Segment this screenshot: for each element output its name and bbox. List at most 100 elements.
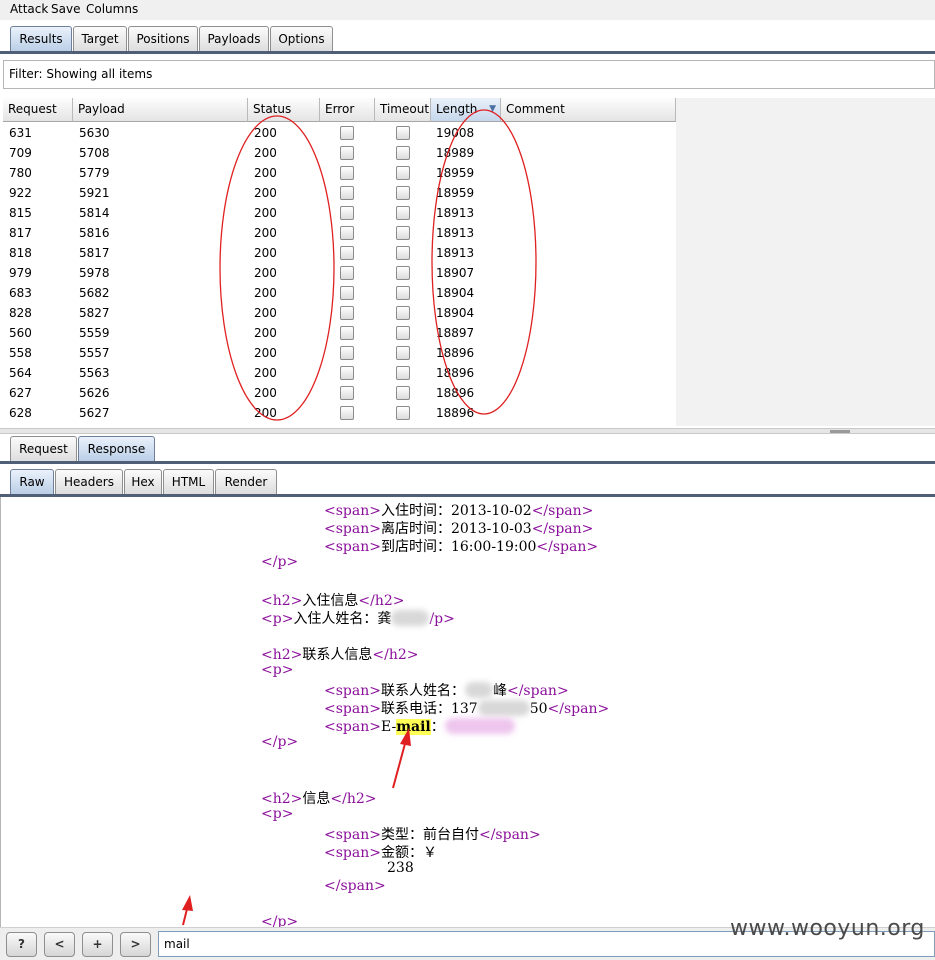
table-row[interactable]: 558 5557 200 18896 (3, 343, 676, 363)
column-header-request[interactable]: Request (3, 98, 73, 122)
menu-bar: Attack Save Columns (0, 0, 935, 20)
column-header-length[interactable]: Length ▼ (431, 98, 501, 122)
timeout-checkbox[interactable] (396, 346, 410, 360)
tab-render[interactable]: Render (215, 469, 277, 495)
tab-target[interactable]: Target (73, 26, 127, 52)
timeout-checkbox[interactable] (396, 226, 410, 240)
timeout-checkbox[interactable] (396, 186, 410, 200)
tab-positions[interactable]: Positions (128, 26, 198, 52)
cell-status: 200 (254, 306, 277, 320)
tab-request[interactable]: Request (10, 436, 77, 462)
heading-contact-info: 联系人信息 (302, 647, 373, 663)
table-row[interactable]: 683 5682 200 18904 (3, 283, 676, 303)
column-header-error[interactable]: Error (320, 98, 375, 122)
code-line: <p>入住人姓名：龚/p> (261, 610, 455, 627)
cell-request: 627 (9, 386, 32, 400)
add-button[interactable]: + (82, 932, 113, 957)
filter-bar[interactable]: Filter: Showing all items (3, 60, 935, 89)
cell-request: 560 (9, 326, 32, 340)
cell-length: 18907 (436, 266, 475, 280)
menu-columns[interactable]: Columns (86, 2, 138, 16)
error-checkbox[interactable] (340, 246, 354, 260)
table-empty-area (676, 98, 935, 426)
table-row[interactable]: 631 5630 200 19008 (3, 123, 676, 143)
error-checkbox[interactable] (340, 206, 354, 220)
table-row[interactable]: 628 5627 200 18896 (3, 403, 676, 423)
error-checkbox[interactable] (340, 266, 354, 280)
table-row[interactable]: 817 5816 200 18913 (3, 223, 676, 243)
timeout-checkbox[interactable] (396, 406, 410, 420)
timeout-checkbox[interactable] (396, 126, 410, 140)
error-checkbox[interactable] (340, 146, 354, 160)
cell-request: 815 (9, 206, 32, 220)
table-row[interactable]: 922 5921 200 18959 (3, 183, 676, 203)
error-checkbox[interactable] (340, 346, 354, 360)
tab-results[interactable]: Results (10, 26, 72, 52)
error-checkbox[interactable] (340, 386, 354, 400)
error-checkbox[interactable] (340, 366, 354, 380)
error-checkbox[interactable] (340, 186, 354, 200)
redacted-email (444, 718, 515, 734)
response-raw-viewer[interactable]: <span>入住时间：2013-10-02</span> <span>离店时间：… (0, 497, 935, 927)
tab-headers[interactable]: Headers (55, 469, 123, 495)
error-checkbox[interactable] (340, 306, 354, 320)
column-header-status[interactable]: Status (248, 98, 320, 122)
cell-length: 18959 (436, 166, 475, 180)
tab-payloads[interactable]: Payloads (199, 26, 269, 52)
timeout-checkbox[interactable] (396, 286, 410, 300)
error-checkbox[interactable] (340, 166, 354, 180)
cell-status: 200 (254, 386, 277, 400)
error-checkbox[interactable] (340, 126, 354, 140)
split-pane-divider[interactable] (0, 428, 935, 434)
tab-raw[interactable]: Raw (10, 469, 54, 495)
tab-html[interactable]: HTML (163, 469, 214, 495)
table-row[interactable]: 560 5559 200 18897 (3, 323, 676, 343)
timeout-checkbox[interactable] (396, 206, 410, 220)
column-header-payload[interactable]: Payload (73, 98, 248, 122)
timeout-checkbox[interactable] (396, 246, 410, 260)
table-row[interactable]: 979 5978 200 18907 (3, 263, 676, 283)
payment-type: 类型：前台自付 (380, 827, 479, 843)
timeout-checkbox[interactable] (396, 386, 410, 400)
redacted-phone (477, 700, 530, 716)
cell-status: 200 (254, 166, 277, 180)
timeout-checkbox[interactable] (396, 306, 410, 320)
previous-match-button[interactable]: < (44, 932, 75, 957)
table-row[interactable]: 709 5708 200 18989 (3, 143, 676, 163)
tab-options[interactable]: Options (270, 26, 333, 52)
help-button[interactable]: ? (6, 932, 37, 957)
table-row[interactable]: 815 5814 200 18913 (3, 203, 676, 223)
table-row[interactable]: 828 5827 200 18904 (3, 303, 676, 323)
column-header-comment[interactable]: Comment (501, 98, 676, 122)
redacted-contact-name (464, 682, 493, 698)
menu-attack[interactable]: Attack (10, 2, 48, 16)
menu-save[interactable]: Save (51, 2, 80, 16)
tab-response[interactable]: Response (78, 436, 155, 462)
table-row[interactable]: 780 5779 200 18959 (3, 163, 676, 183)
error-checkbox[interactable] (340, 326, 354, 340)
error-checkbox[interactable] (340, 406, 354, 420)
table-row[interactable]: 627 5626 200 18896 (3, 383, 676, 403)
divider-handle[interactable] (830, 430, 850, 433)
timeout-checkbox[interactable] (396, 266, 410, 280)
tab-hex[interactable]: Hex (124, 469, 162, 495)
table-row[interactable]: 818 5817 200 18913 (3, 243, 676, 263)
tab-strip-divider (0, 51, 935, 54)
cell-status: 200 (254, 266, 277, 280)
code-line: <p> (261, 662, 294, 678)
code-line: <span>联系电话：137 50</span> (324, 700, 610, 717)
code-line: </p> (261, 734, 299, 750)
timeout-checkbox[interactable] (396, 146, 410, 160)
error-checkbox[interactable] (340, 286, 354, 300)
column-header-timeout[interactable]: Timeout (375, 98, 431, 122)
table-row[interactable]: 564 5563 200 18896 (3, 363, 676, 383)
code-line: <span>到店时间：16:00-19:00</span> (324, 539, 599, 555)
code-line: </p> (261, 914, 299, 927)
amount-label: 金额：￥ (380, 845, 437, 861)
timeout-checkbox[interactable] (396, 366, 410, 380)
next-match-button[interactable]: > (120, 932, 151, 957)
timeout-checkbox[interactable] (396, 326, 410, 340)
cell-request: 818 (9, 246, 32, 260)
timeout-checkbox[interactable] (396, 166, 410, 180)
error-checkbox[interactable] (340, 226, 354, 240)
